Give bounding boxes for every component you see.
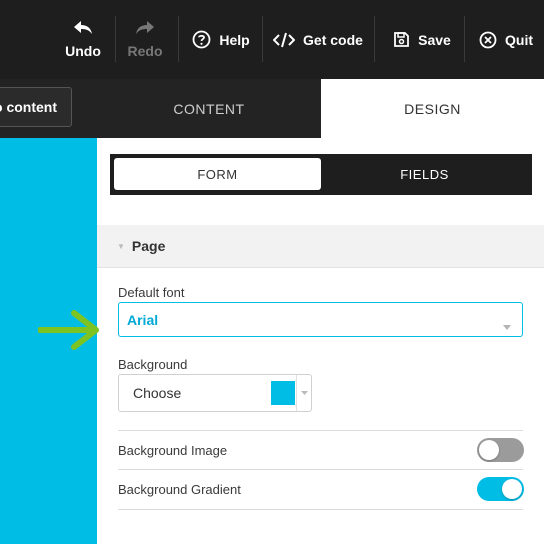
toolbar-divider [178, 16, 179, 62]
background-image-toggle[interactable] [477, 438, 524, 462]
default-font-label: Default font [118, 285, 185, 300]
toolbar-divider [115, 16, 116, 62]
tab-content[interactable]: CONTENT [97, 79, 321, 138]
divider [118, 509, 523, 510]
caret-down-icon: ▼ [117, 241, 125, 251]
get-code-label: Get code [303, 31, 363, 48]
back-to-content-button[interactable]: o content [0, 87, 72, 127]
subtab-bar: FORM FIELDS [110, 154, 532, 195]
undo-icon [72, 20, 94, 39]
help-icon [192, 30, 211, 49]
section-title: Page [131, 238, 166, 254]
tab-design[interactable]: DESIGN [321, 79, 544, 138]
tab-design-label: DESIGN [404, 100, 461, 117]
save-button[interactable]: Save [388, 0, 456, 79]
quit-button[interactable]: Quit [474, 0, 538, 79]
save-label: Save [418, 31, 451, 48]
undo-button[interactable]: Undo [58, 0, 108, 79]
toggle-knob [479, 440, 499, 460]
background-image-label: Background Image [118, 443, 228, 458]
help-button[interactable]: Help [186, 0, 256, 79]
toolbar-divider [374, 16, 375, 62]
toolbar-divider [262, 16, 263, 62]
close-circle-icon [479, 31, 497, 49]
code-icon [273, 32, 296, 48]
help-label: Help [219, 31, 250, 48]
subtab-fields[interactable]: FIELDS [321, 158, 528, 190]
page-section-header[interactable]: ▼ Page [97, 225, 544, 268]
default-font-value: Arial [127, 311, 159, 328]
background-label: Background [118, 357, 188, 372]
back-to-content-label: o content [0, 99, 57, 115]
redo-button[interactable]: Redo [122, 0, 168, 79]
top-toolbar: Undo Redo Help Get code Save Quit [0, 0, 544, 79]
default-font-select[interactable]: Arial [118, 302, 523, 337]
chevron-down-icon [503, 317, 511, 333]
tab-content-label: CONTENT [173, 100, 245, 117]
pointer-arrow-icon [38, 310, 99, 350]
quit-label: Quit [505, 31, 533, 48]
undo-label: Undo [65, 43, 101, 59]
redo-icon [134, 20, 156, 39]
chevron-down-icon [296, 375, 311, 411]
get-code-button[interactable]: Get code [270, 0, 366, 79]
subtab-form-label: FORM [197, 166, 238, 182]
redo-label: Redo [127, 43, 163, 59]
subtab-form[interactable]: FORM [114, 158, 321, 190]
background-gradient-toggle[interactable] [477, 477, 524, 501]
subtab-fields-label: FIELDS [400, 166, 449, 182]
divider [118, 430, 523, 431]
toggle-knob [502, 479, 522, 499]
divider [118, 469, 523, 470]
background-gradient-label: Background Gradient [118, 482, 241, 497]
toolbar-divider [464, 16, 465, 62]
background-color-picker[interactable]: Choose [118, 374, 312, 412]
background-choose-text: Choose [133, 385, 182, 401]
save-icon [393, 31, 410, 48]
background-color-swatch [271, 381, 295, 405]
